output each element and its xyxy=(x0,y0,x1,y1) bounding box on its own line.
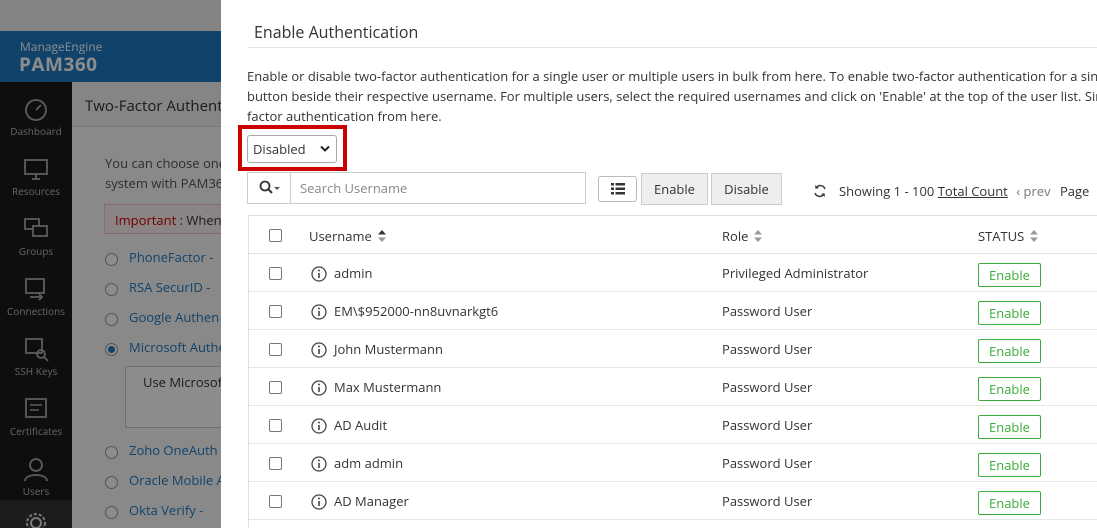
row-checkbox[interactable] xyxy=(269,305,282,318)
username-cell: EM\$952000-nn8uvnarkgt6 xyxy=(334,302,499,320)
role-cell: Password User xyxy=(722,378,813,396)
info-icon[interactable] xyxy=(311,304,327,320)
row-checkbox[interactable] xyxy=(269,457,282,470)
enable-user-button[interactable]: Enable xyxy=(978,263,1041,287)
role-cell: Password User xyxy=(722,492,813,510)
role-cell: Password User xyxy=(722,340,813,358)
role-cell: Privileged Administrator xyxy=(722,264,869,282)
description-line: button beside their respective username.… xyxy=(247,87,1097,105)
sort-icon xyxy=(1030,230,1039,242)
column-label: STATUS xyxy=(978,227,1025,245)
status-filter-value: Disabled xyxy=(253,140,306,158)
enable-user-button[interactable]: Enable xyxy=(978,453,1041,477)
table-row: admin Privileged Administrator Enable xyxy=(249,254,1097,292)
sort-icon xyxy=(377,230,386,242)
column-label: Role xyxy=(722,227,749,245)
row-checkbox[interactable] xyxy=(269,381,282,394)
enable-user-button[interactable]: Enable xyxy=(978,415,1041,439)
total-count-link[interactable]: Total Count xyxy=(938,182,1008,200)
bulk-disable-button[interactable]: Disable xyxy=(711,173,782,205)
table-row: John Mustermann Password User Enable xyxy=(249,330,1097,368)
table-row: EM\$952000-nn8uvnarkgt6 Password User En… xyxy=(249,292,1097,330)
panel-description: Enable or disable two-factor authenticat… xyxy=(247,66,1097,126)
description-line: Enable or disable two-factor authenticat… xyxy=(247,67,1097,85)
info-icon[interactable] xyxy=(311,342,327,358)
pagination: Showing 1 - 100 Total Count ‹ prev Page xyxy=(839,182,1089,200)
column-label: Username xyxy=(309,227,372,245)
row-checkbox[interactable] xyxy=(269,495,282,508)
username-cell: AD Manager xyxy=(334,492,409,510)
prev-label: prev xyxy=(1023,182,1051,200)
table-row: AD Manager Password User Enable xyxy=(249,482,1097,520)
enable-user-button[interactable]: Enable xyxy=(978,339,1041,363)
info-icon[interactable] xyxy=(311,494,327,510)
chevron-down-icon xyxy=(320,145,330,152)
refresh-icon[interactable] xyxy=(813,184,827,198)
bulk-enable-button[interactable]: Enable xyxy=(641,173,708,205)
username-cell: admin xyxy=(334,264,373,282)
username-cell: Max Mustermann xyxy=(334,378,442,396)
sort-icon xyxy=(754,230,763,242)
panel-title: Enable Authentication xyxy=(254,21,419,43)
select-all-checkbox[interactable] xyxy=(269,229,282,242)
username-cell: John Mustermann xyxy=(334,340,443,358)
table-header: Username Role STATUS xyxy=(249,216,1097,254)
column-status[interactable]: STATUS xyxy=(978,227,1039,245)
list-view-button[interactable] xyxy=(598,176,637,202)
username-cell: adm admin xyxy=(334,454,404,472)
info-icon[interactable] xyxy=(311,456,327,472)
column-username[interactable]: Username xyxy=(309,227,386,245)
table-row: AD Audit Password User Enable xyxy=(249,406,1097,444)
info-icon[interactable] xyxy=(311,418,327,434)
table-row: Max Mustermann Password User Enable xyxy=(249,368,1097,406)
role-cell: Password User xyxy=(722,416,813,434)
search-box xyxy=(247,172,586,204)
enable-authentication-panel: Enable Authentication Enable or disable … xyxy=(221,0,1097,528)
search-options-button[interactable] xyxy=(248,173,291,203)
enable-user-button[interactable]: Enable xyxy=(978,301,1041,325)
status-filter-select[interactable]: Disabled xyxy=(247,135,337,163)
role-cell: Password User xyxy=(722,302,813,320)
paging-range: Showing 1 - 100 xyxy=(839,182,938,200)
role-cell: Password User xyxy=(722,454,813,472)
table-row: adm admin Password User Enable xyxy=(249,444,1097,482)
enable-user-button[interactable]: Enable xyxy=(978,491,1041,515)
page-label: Page xyxy=(1059,182,1090,200)
list-icon xyxy=(611,183,625,195)
search-icon xyxy=(259,180,280,194)
prev-page-link[interactable]: ‹ prev xyxy=(1016,182,1050,200)
row-checkbox[interactable] xyxy=(269,343,282,356)
description-line: factor authentication from here. xyxy=(247,107,442,125)
row-checkbox[interactable] xyxy=(269,267,282,280)
row-checkbox[interactable] xyxy=(269,419,282,432)
info-icon[interactable] xyxy=(311,266,327,282)
modal-overlay[interactable] xyxy=(0,0,221,528)
column-role[interactable]: Role xyxy=(722,227,763,245)
username-cell: AD Audit xyxy=(334,416,388,434)
users-table: Username Role STATUS admin Privileged Ad… xyxy=(248,215,1097,528)
title-divider xyxy=(248,47,1097,48)
search-input[interactable] xyxy=(292,173,585,203)
enable-user-button[interactable]: Enable xyxy=(978,377,1041,401)
info-icon[interactable] xyxy=(311,380,327,396)
